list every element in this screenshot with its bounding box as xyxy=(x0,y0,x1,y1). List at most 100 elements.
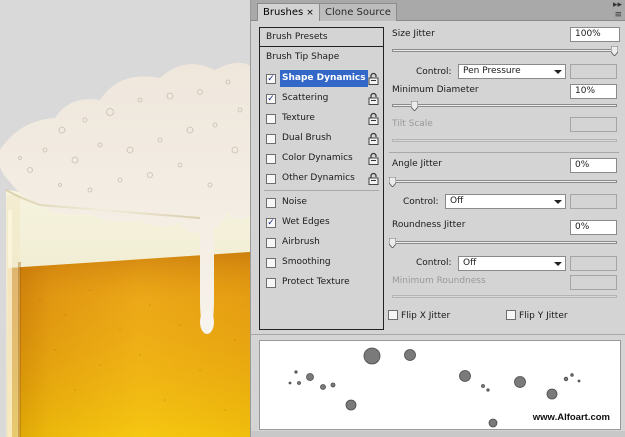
option-checkbox[interactable] xyxy=(266,174,276,184)
close-tab-icon[interactable]: × xyxy=(306,8,314,18)
lock-icon[interactable] xyxy=(368,172,379,185)
option-smoothing[interactable]: Smoothing xyxy=(260,253,383,273)
angle-jitter-slider[interactable] xyxy=(392,180,617,183)
angle-control-label: Control: xyxy=(403,197,439,207)
lock-icon[interactable] xyxy=(368,112,379,125)
flip-x-jitter-label: Flip X Jitter xyxy=(401,311,451,321)
option-label: Shape Dynamics xyxy=(280,70,368,87)
option-checkbox[interactable] xyxy=(266,238,276,248)
roundness-jitter-field[interactable]: 0% xyxy=(570,220,617,235)
min-roundness-field xyxy=(570,275,617,290)
option-noise[interactable]: Noise xyxy=(260,193,383,213)
option-protect-texture[interactable]: Protect Texture xyxy=(260,273,383,293)
brushes-panel: Brushes × Clone Source ▸▸ ≡ Brush Presets… xyxy=(250,0,625,437)
flip-y-jitter-label: Flip Y Jitter xyxy=(519,311,568,321)
angle-jitter-field[interactable]: 0% xyxy=(570,158,617,173)
option-shape-dynamics[interactable]: ✓ Shape Dynamics xyxy=(260,69,383,89)
tab-clone-source[interactable]: Clone Source xyxy=(319,3,397,21)
size-jitter-slider[interactable] xyxy=(392,49,617,52)
chevron-down-icon xyxy=(554,70,562,74)
size-control-label: Control: xyxy=(416,67,452,77)
option-label: Noise xyxy=(282,197,307,207)
tilt-scale-slider xyxy=(392,139,617,142)
divider xyxy=(389,152,619,153)
option-label: Airbrush xyxy=(282,237,320,247)
min-diameter-field[interactable]: 10% xyxy=(570,84,617,99)
roundness-jitter-slider-thumb[interactable] xyxy=(389,238,396,248)
panel-menu-icon[interactable]: ≡ xyxy=(613,10,622,20)
option-scattering[interactable]: ✓ Scattering xyxy=(260,89,383,109)
lock-icon[interactable] xyxy=(368,92,379,105)
option-label: Protect Texture xyxy=(282,277,350,287)
lock-icon[interactable] xyxy=(368,152,379,165)
option-label: Color Dynamics xyxy=(282,153,353,163)
option-checkbox[interactable] xyxy=(266,154,276,164)
divider xyxy=(251,334,625,335)
collapse-icon[interactable]: ▸▸ xyxy=(613,0,622,10)
flip-x-jitter-checkbox[interactable] xyxy=(388,310,398,320)
option-checkbox[interactable] xyxy=(266,278,276,288)
option-label: Scattering xyxy=(282,93,329,103)
size-jitter-field[interactable]: 100% xyxy=(570,27,620,42)
panel-menu: ▸▸ ≡ xyxy=(613,0,622,20)
option-other-dynamics[interactable]: Other Dynamics xyxy=(260,169,383,189)
angle-control-extra-field xyxy=(570,194,617,209)
brush-presets-button[interactable]: Brush Presets xyxy=(260,28,383,47)
tab-brushes[interactable]: Brushes × xyxy=(257,3,320,21)
document-canvas[interactable] xyxy=(0,0,250,437)
roundness-jitter-label: Roundness Jitter xyxy=(392,220,466,230)
option-label: Smoothing xyxy=(282,257,331,267)
option-checkbox[interactable] xyxy=(266,258,276,268)
option-checkbox[interactable] xyxy=(266,114,276,124)
angle-control-select[interactable]: Off xyxy=(445,194,566,209)
min-diameter-slider-thumb[interactable] xyxy=(411,101,418,111)
tab-brushes-label: Brushes xyxy=(263,7,304,18)
option-label: Texture xyxy=(282,113,315,123)
option-label: Dual Brush xyxy=(282,133,332,143)
flip-y-jitter-checkbox[interactable] xyxy=(506,310,516,320)
option-checkbox[interactable]: ✓ xyxy=(266,218,276,228)
brush-stroke-preview: www.Alfoart.com xyxy=(259,340,621,430)
panel-tab-bar: Brushes × Clone Source ▸▸ ≡ xyxy=(251,0,625,21)
angle-control-value: Off xyxy=(450,196,464,206)
min-diameter-slider[interactable] xyxy=(392,104,617,107)
watermark: www.Alfoart.com xyxy=(532,412,610,423)
panel-footer xyxy=(251,431,625,437)
option-texture[interactable]: Texture xyxy=(260,109,383,129)
option-airbrush[interactable]: Airbrush xyxy=(260,233,383,253)
min-roundness-slider xyxy=(392,295,617,298)
size-control-value: Pen Pressure xyxy=(463,66,521,76)
brush-options-list: Brush Presets Brush Tip Shape ✓ Shape Dyn… xyxy=(259,27,384,330)
roundness-control-select[interactable]: Off xyxy=(458,256,566,271)
size-control-select[interactable]: Pen Pressure xyxy=(458,64,566,79)
roundness-control-label: Control: xyxy=(416,258,452,268)
lock-icon[interactable] xyxy=(368,132,379,145)
option-wet-edges[interactable]: ✓ Wet Edges xyxy=(260,213,383,233)
option-checkbox[interactable]: ✓ xyxy=(266,94,276,104)
tab-clone-source-label: Clone Source xyxy=(325,7,391,18)
option-label: Other Dynamics xyxy=(282,173,355,183)
option-label: Wet Edges xyxy=(282,217,330,227)
tilt-scale-field xyxy=(570,117,617,132)
beer-artwork xyxy=(0,0,250,437)
min-diameter-label: Minimum Diameter xyxy=(392,85,479,95)
angle-jitter-slider-thumb[interactable] xyxy=(389,177,396,187)
tilt-scale-label: Tilt Scale xyxy=(392,119,433,129)
angle-jitter-label: Angle Jitter xyxy=(392,159,442,169)
option-color-dynamics[interactable]: Color Dynamics xyxy=(260,149,383,169)
roundness-control-extra-field xyxy=(570,256,617,271)
size-jitter-label: Size Jitter xyxy=(392,29,435,39)
brush-tip-shape-item[interactable]: Brush Tip Shape xyxy=(260,47,383,69)
size-control-extra-field xyxy=(570,64,617,79)
option-checkbox[interactable] xyxy=(266,134,276,144)
option-checkbox[interactable] xyxy=(266,198,276,208)
size-jitter-slider-thumb[interactable] xyxy=(611,46,618,56)
option-dual-brush[interactable]: Dual Brush xyxy=(260,129,383,149)
option-checkbox[interactable]: ✓ xyxy=(266,74,276,84)
roundness-control-value: Off xyxy=(463,258,477,268)
chevron-down-icon xyxy=(554,200,562,204)
option-separator xyxy=(264,190,379,191)
lock-icon[interactable] xyxy=(368,72,379,85)
chevron-down-icon xyxy=(554,262,562,266)
roundness-jitter-slider[interactable] xyxy=(392,241,617,244)
